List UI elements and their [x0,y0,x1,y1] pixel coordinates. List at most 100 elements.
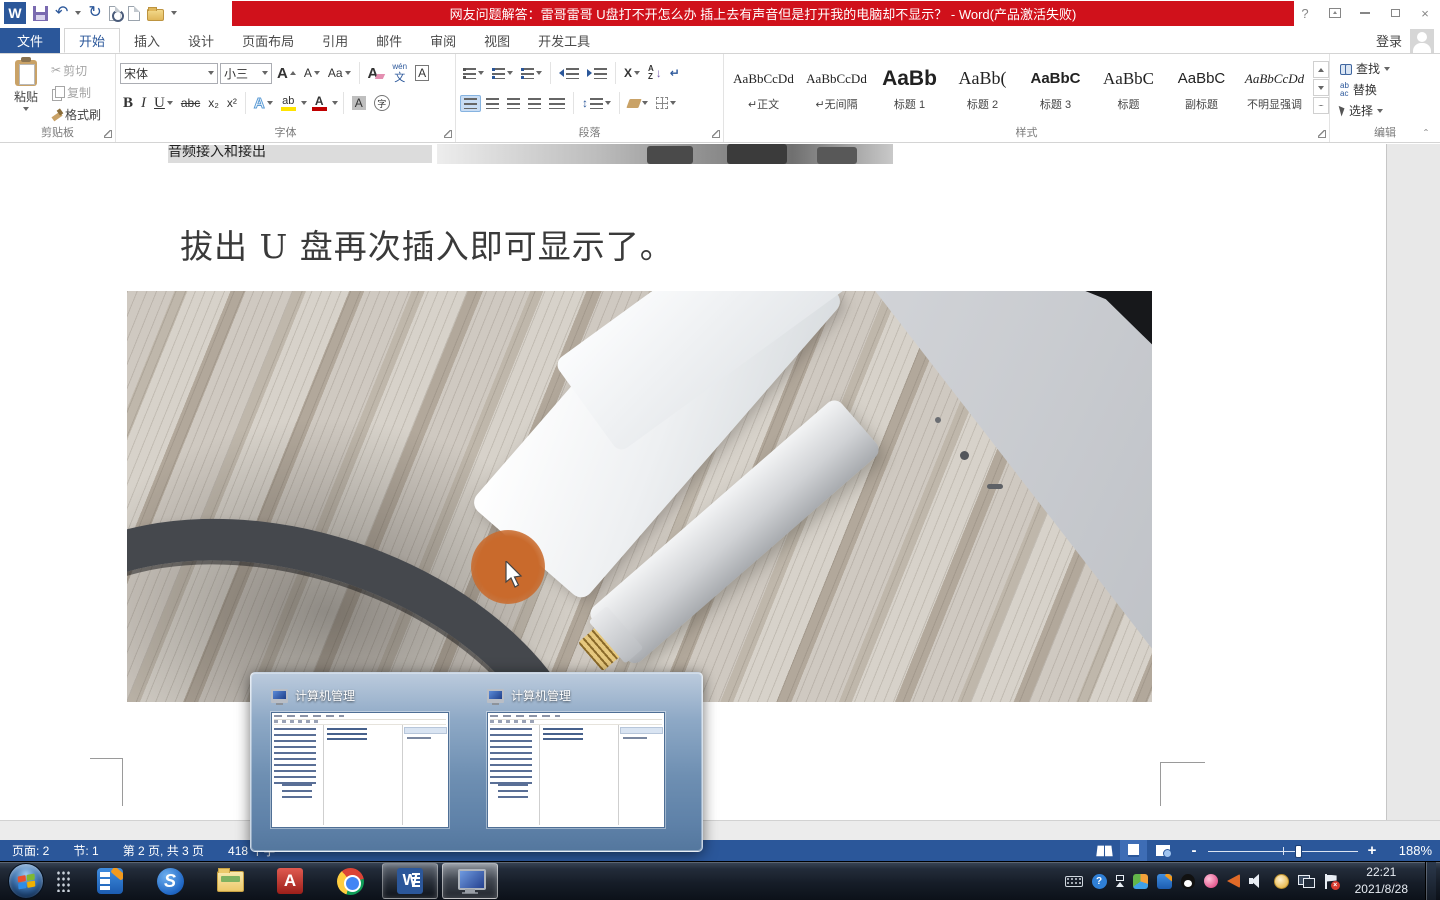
phonetic-guide-button[interactable]: wén文 [389,61,410,86]
justify-button[interactable] [525,96,544,111]
increase-indent-button[interactable] [584,66,610,81]
font-family-combo[interactable]: 宋体 [120,63,218,84]
thumbnail-screenshot[interactable] [271,712,449,828]
network-icon[interactable] [1298,875,1315,888]
multilevel-list-button[interactable] [518,66,545,81]
highlight-caret[interactable] [301,101,307,105]
show-desktop-button[interactable] [1425,862,1436,900]
font-color-caret[interactable] [332,101,338,105]
font-color-button[interactable]: A [309,93,330,113]
open-file-icon[interactable] [147,9,164,21]
strikethrough-button[interactable]: abc [178,94,203,112]
tray-video-app-icon[interactable] [1157,874,1172,889]
character-border-button[interactable]: A [412,63,432,83]
zoom-slider[interactable] [1208,844,1358,858]
format-painter-button[interactable]: 格式刷 [48,105,104,123]
word-app-icon[interactable]: W [4,2,26,24]
style-normal[interactable]: AaBbCcDd↵正文 [728,60,799,116]
align-right-button[interactable] [504,96,523,111]
tray-colorful-app-icon[interactable] [1133,874,1148,889]
clear-formatting-button[interactable]: A [365,64,388,83]
taskbar-grid-handle-icon[interactable] [56,870,72,892]
taskbar-chrome-button[interactable] [322,863,378,899]
tab-design[interactable]: 设计 [174,28,228,53]
help-button[interactable]: ? [1290,0,1320,26]
paste-button[interactable]: 粘贴 [4,58,48,124]
status-page-of-total[interactable]: 第 2 页, 共 3 页 [111,842,216,859]
styles-dialog-launcher[interactable] [1318,130,1326,138]
align-left-button[interactable] [460,95,481,112]
style-title[interactable]: AaBbC标题 [1093,60,1164,116]
help-tray-icon[interactable]: ? [1092,874,1107,889]
new-document-icon[interactable] [128,6,140,21]
enclose-characters-button[interactable]: 字 [371,93,393,113]
zoom-slider-thumb[interactable] [1295,845,1302,858]
asian-layout-button[interactable]: X [621,64,643,82]
text-effects-button[interactable]: A [251,93,276,114]
taskbar-word-button[interactable]: W [382,863,438,899]
undo-dropdown-icon[interactable] [75,11,81,15]
tab-page-layout[interactable]: 页面布局 [228,28,308,53]
thumbnail-window-1[interactable]: 计算机管理 [271,687,476,828]
usb-drive-photo[interactable] [127,291,1152,702]
read-mode-button[interactable] [1091,840,1118,861]
tab-file[interactable]: 文件 [0,28,60,53]
shading-button[interactable] [625,97,651,110]
zoom-out-button[interactable]: - [1188,842,1200,859]
style-subtle-emphasis[interactable]: AaBbCcDd不明显强调 [1239,60,1310,116]
character-shading-button[interactable]: A [349,94,369,112]
style-scroll-down[interactable] [1313,79,1329,96]
volume-icon[interactable] [1249,874,1265,888]
action-center-flag-icon[interactable]: × [1324,874,1338,889]
web-layout-button[interactable] [1149,840,1176,861]
style-heading1[interactable]: AaBb标题 1 [874,60,945,116]
thumbnail-window-2[interactable]: 计算机管理 [487,687,692,828]
ribbon-display-options-button[interactable] [1320,0,1350,26]
style-subtitle[interactable]: AaBbC副标题 [1166,60,1237,116]
taskbar-autocad-button[interactable]: A [262,863,318,899]
italic-button[interactable]: I [138,93,149,114]
start-button[interactable] [8,863,44,899]
borders-button[interactable] [653,95,679,111]
minimize-button[interactable] [1350,0,1380,26]
show-marks-button[interactable]: ↵ [667,64,683,82]
taskbar-explorer-button[interactable] [202,863,258,899]
cut-button[interactable]: ✂剪切 [48,61,104,79]
sort-button[interactable]: AZ↓ [645,63,665,83]
underline-button[interactable]: U [151,93,176,114]
restore-button[interactable] [1380,0,1410,26]
tray-pink-app-icon[interactable] [1204,874,1218,888]
customize-qat-icon[interactable] [171,11,177,15]
tab-references[interactable]: 引用 [308,28,362,53]
paste-dropdown-icon[interactable] [23,107,29,111]
document-area[interactable]: 音频接入和接出 拔出 U 盘再次插入即可显示了。 [0,144,1440,840]
clipboard-dialog-launcher[interactable] [104,130,112,138]
collapse-ribbon-button[interactable]: ˆ [1424,127,1428,141]
print-layout-button[interactable] [1120,840,1147,861]
show-hidden-icons-button[interactable] [1116,875,1124,887]
style-gallery-more[interactable] [1313,97,1329,114]
status-section[interactable]: 节: 1 [61,842,110,859]
style-no-spacing[interactable]: AaBbCcDd↵无间隔 [801,60,872,116]
tray-orange-horn-icon[interactable] [1227,874,1240,888]
tab-review[interactable]: 审阅 [416,28,470,53]
zoom-in-button[interactable]: + [1366,842,1378,859]
taskbar-clock[interactable]: 22:21 2021/8/28 [1347,864,1416,899]
tab-developer[interactable]: 开发工具 [524,28,604,53]
zoom-percentage[interactable]: 188% [1386,843,1432,858]
font-size-combo[interactable]: 小三 [220,63,272,84]
tray-face-app-icon[interactable] [1274,874,1289,889]
document-heading-text[interactable]: 拔出 U 盘再次插入即可显示了。 [180,220,674,268]
subscript-button[interactable]: x₂ [205,94,222,112]
tab-home[interactable]: 开始 [64,28,120,53]
align-center-button[interactable] [483,96,502,111]
bullets-button[interactable] [460,66,487,81]
grow-font-button[interactable]: A [274,64,299,83]
qq-icon[interactable] [1181,874,1195,889]
taskbar-video-editor-button[interactable] [82,863,138,899]
sign-in[interactable]: 登录 [1376,28,1434,53]
line-spacing-button[interactable]: ↕ [579,94,614,112]
taskbar-computer-management-button[interactable] [442,863,498,899]
taskbar-sogou-browser-button[interactable]: S [142,863,198,899]
tab-insert[interactable]: 插入 [120,28,174,53]
